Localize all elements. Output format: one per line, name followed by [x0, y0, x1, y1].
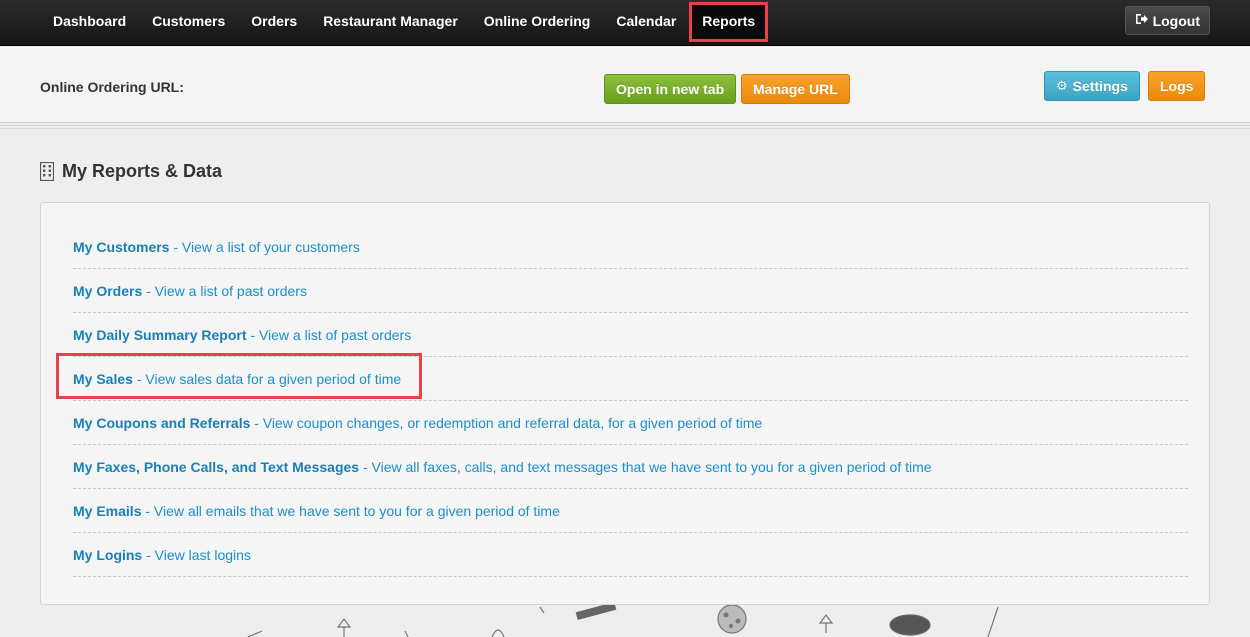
report-description: - View a list of past orders [142, 282, 307, 299]
report-name: My Orders [73, 282, 143, 299]
report-description: - View last logins [142, 546, 251, 563]
gear-icon: ⚙ [1056, 78, 1068, 93]
report-description: - View all faxes, calls, and text messag… [359, 458, 932, 475]
report-link-my-customers[interactable]: My Customers - View a list of your custo… [73, 225, 1188, 269]
report-description: - View coupon changes, or redemption and… [250, 414, 763, 431]
nav-item-orders[interactable]: Orders [238, 0, 310, 42]
report-name: My Logins [73, 546, 143, 563]
report-link-my-coupons-referrals[interactable]: My Coupons and Referrals - View coupon c… [73, 401, 1188, 445]
report-name: My Sales [73, 370, 133, 387]
decorative-kitchen-illustration [247, 605, 999, 637]
nav-item-reports[interactable]: Reports [689, 2, 769, 42]
report-link-my-faxes-calls-texts[interactable]: My Faxes, Phone Calls, and Text Messages… [73, 445, 1188, 489]
report-list: My Customers - View a list of your custo… [73, 225, 1188, 577]
report-description: - View sales data for a given period of … [132, 370, 402, 387]
logout-button[interactable]: Logout [1124, 6, 1210, 35]
report-name: My Faxes, Phone Calls, and Text Messages [73, 458, 360, 475]
report-description: - View all emails that we have sent to y… [141, 502, 560, 519]
report-link-my-sales[interactable]: My Sales - View sales data for a given p… [73, 357, 1188, 401]
building-icon [40, 162, 54, 181]
report-name: My Daily Summary Report [73, 326, 247, 343]
settings-label: Settings [1072, 78, 1128, 94]
report-link-my-logins[interactable]: My Logins - View last logins [73, 533, 1188, 577]
online-ordering-url-label: Online Ordering URL: [40, 79, 184, 95]
report-name: My Customers [73, 238, 170, 255]
divider [0, 125, 1250, 126]
top-navbar: Dashboard Customers Orders Restaurant Ma… [0, 0, 1250, 46]
report-link-my-emails[interactable]: My Emails - View all emails that we have… [73, 489, 1188, 533]
nav-item-dashboard[interactable]: Dashboard [40, 0, 139, 42]
report-description: - View a list of your customers [169, 238, 360, 255]
page-title-text: My Reports & Data [62, 161, 223, 181]
report-description: - View a list of past orders [246, 326, 412, 343]
settings-button[interactable]: ⚙ Settings [1044, 71, 1140, 101]
online-ordering-url-bar: Online Ordering URL: Open in new tab Man… [0, 47, 1250, 123]
report-name: My Coupons and Referrals [73, 414, 251, 431]
logout-icon [1135, 13, 1148, 28]
reports-panel: My Customers - View a list of your custo… [40, 202, 1210, 605]
main-nav: Dashboard Customers Orders Restaurant Ma… [40, 0, 769, 46]
nav-item-restaurant-manager[interactable]: Restaurant Manager [310, 0, 471, 42]
manage-url-button[interactable]: Manage URL [741, 74, 850, 104]
divider [0, 128, 1250, 129]
open-in-new-tab-button[interactable]: Open in new tab [604, 74, 737, 104]
page-title: My Reports & Data [40, 161, 222, 182]
report-name: My Emails [73, 502, 142, 519]
report-link-my-daily-summary[interactable]: My Daily Summary Report - View a list of… [73, 313, 1188, 357]
nav-item-calendar[interactable]: Calendar [603, 0, 689, 42]
nav-item-online-ordering[interactable]: Online Ordering [471, 0, 604, 42]
logs-button[interactable]: Logs [1148, 71, 1206, 101]
report-link-my-orders[interactable]: My Orders - View a list of past orders [73, 269, 1188, 313]
nav-item-customers[interactable]: Customers [139, 0, 238, 42]
logout-label: Logout [1152, 12, 1200, 29]
